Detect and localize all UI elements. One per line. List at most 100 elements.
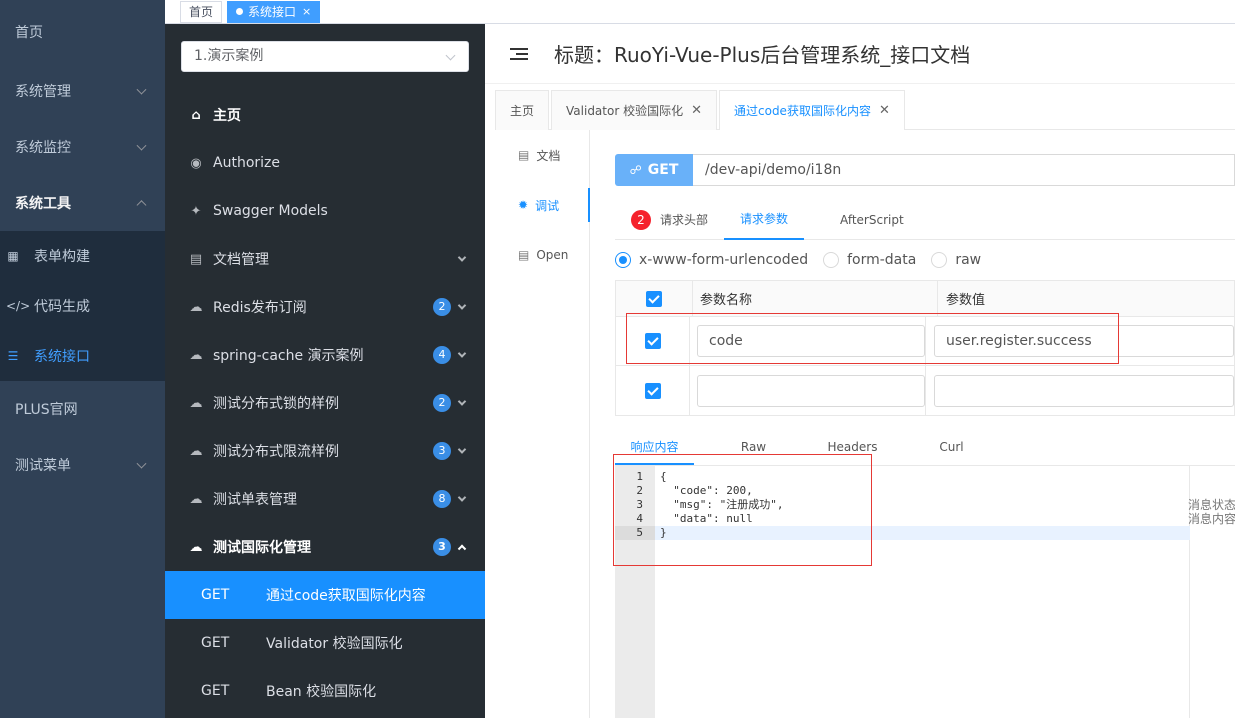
menu-item-label: Redis发布订阅 [213, 300, 307, 316]
sidebar-item-system-management[interactable]: 系统管理 [0, 63, 165, 119]
radio-checked-icon [615, 252, 631, 268]
sidebar-item-label: PLUS官网 [15, 402, 78, 418]
sidebar-item-form-builder[interactable]: ▦ 表单构建 [0, 231, 165, 281]
row-checkbox[interactable] [644, 382, 661, 399]
tab-label: AfterScript [840, 213, 904, 227]
close-icon[interactable]: × [302, 2, 311, 22]
sidebar-item-label: 表单构建 [34, 249, 90, 265]
radio-urlencoded[interactable]: x-www-form-urlencoded [615, 252, 808, 268]
menu-item-single-table[interactable]: ☁ 测试单表管理 8 [165, 475, 485, 523]
cloud-icon: ☁ [189, 491, 203, 507]
radio-form-data[interactable]: form-data [823, 252, 916, 268]
doc-icon: ▤ [189, 251, 203, 267]
send-get-button[interactable]: ☍ GET [615, 154, 693, 186]
sidebar-item-system-monitor[interactable]: 系统监控 [0, 119, 165, 175]
url-input[interactable]: /dev-api/demo/i18n [693, 154, 1235, 186]
cloud-icon: ☁ [189, 539, 203, 555]
radio-unchecked-icon [931, 252, 948, 268]
code-line: } [660, 526, 667, 539]
vtab-doc[interactable]: ▤ 文档 [485, 130, 589, 180]
close-icon[interactable]: ✕ [691, 91, 702, 131]
param-name-input[interactable]: code [697, 325, 925, 357]
sidebar-item-system-tools[interactable]: 系统工具 [0, 175, 165, 231]
menu-item-i18n[interactable]: ☁ 测试国际化管理 3 [165, 523, 485, 571]
radio-raw[interactable]: raw [931, 252, 981, 268]
menu-item-home[interactable]: ⌂ 主页 [165, 91, 485, 139]
api-item-i18n-by-code[interactable]: GET 通过code获取国际化内容 [165, 571, 485, 619]
tab-request-headers[interactable]: 2 请求头部 [615, 200, 724, 240]
response-editor[interactable]: 1 2 3 4 5 { "code": 200, "msg": "注册成功", … [615, 466, 1190, 718]
tag-home[interactable]: 首页 [180, 0, 223, 23]
select-all-checkbox[interactable] [646, 290, 662, 307]
count-badge: 3 [433, 442, 451, 460]
group-select[interactable]: 1.演示案例 [181, 41, 469, 72]
menu-item-label: 测试国际化管理 [213, 540, 311, 556]
grid-icon: ▦ [7, 249, 19, 263]
content-type-radios: x-www-form-urlencoded form-data raw [615, 252, 996, 268]
menu-item-label: 主页 [213, 108, 241, 124]
api-item-validator-i18n[interactable]: GET Validator 校验国际化 [165, 619, 485, 667]
method-label: GET [647, 162, 679, 178]
count-badge: 4 [433, 346, 451, 364]
line-number: 3 [636, 498, 643, 511]
param-value-input[interactable]: user.register.success [934, 325, 1234, 357]
chevron-down-icon [457, 397, 467, 406]
table-row [616, 366, 1234, 415]
lock-icon: ☍ [629, 163, 642, 177]
sidebar-item-system-api[interactable]: ☰ 系统接口 [0, 331, 165, 381]
menu-item-authorize[interactable]: ◉ Authorize [165, 139, 485, 187]
menu-item-spring-cache[interactable]: ☁ spring-cache 演示案例 4 [165, 331, 485, 379]
row-checkbox[interactable] [644, 333, 661, 349]
tab-after-script[interactable]: AfterScript [824, 200, 920, 240]
sidebar-item-test-menu[interactable]: 测试菜单 [0, 437, 165, 493]
vtab-debug[interactable]: ✹ 调试 [485, 180, 590, 230]
param-value-input[interactable] [934, 374, 1234, 407]
current-line-highlight [655, 526, 1190, 540]
cloud-icon: ☁ [189, 299, 203, 315]
file-icon: ▤ [518, 148, 530, 162]
vtab-open[interactable]: ▤ Open [485, 230, 589, 280]
sidebar-item-label: 代码生成 [34, 299, 90, 315]
page-title: 标题：RuoYi-Vue-Plus后台管理系统_接口文档 [554, 43, 971, 67]
doc-tabs: 主页 Validator 校验国际化 ✕ 通过code获取国际化内容 ✕ [495, 90, 1235, 130]
code-line: "code": 200, [660, 484, 753, 497]
menu-item-doc-manage[interactable]: ▤ 文档管理 [165, 235, 485, 283]
menu-item-redis-pubsub[interactable]: ☁ Redis发布订阅 2 [165, 283, 485, 331]
menu-toggle-icon[interactable] [510, 45, 528, 63]
tag-system-api[interactable]: 系统接口 × [227, 0, 321, 23]
tab-i18n-by-code[interactable]: 通过code获取国际化内容 ✕ [719, 90, 905, 130]
tags-view: 首页 系统接口 × [165, 0, 1235, 24]
sidebar-item-code-gen[interactable]: </> 代码生成 [0, 281, 165, 331]
chevron-up-icon [136, 200, 147, 211]
chevron-down-icon [457, 493, 467, 502]
api-label: Validator 校验国际化 [266, 636, 403, 652]
menu-item-swagger-models[interactable]: ✦ Swagger Models [165, 187, 485, 235]
sidebar-item-home[interactable]: 首页 [0, 0, 165, 63]
close-icon[interactable]: ✕ [879, 91, 890, 131]
line-number: 5 [615, 526, 655, 540]
vtab-label: 调试 [535, 198, 560, 213]
tab-home[interactable]: 主页 [495, 90, 550, 130]
param-name-input[interactable] [697, 374, 925, 407]
sidebar-item-label: 系统工具 [15, 196, 71, 212]
api-item-bean-i18n[interactable]: GET Bean 校验国际化 [165, 667, 485, 715]
tab-label: Validator 校验国际化 [566, 103, 684, 118]
column-header: 参数值 [946, 293, 986, 308]
tab-headers[interactable]: Headers [813, 432, 892, 465]
tab-response-content[interactable]: 响应内容 [615, 432, 694, 465]
group-select-value: 1.演示案例 [194, 48, 264, 64]
params-table: 参数名称 参数值 code user.register.success [615, 280, 1235, 416]
tab-validator[interactable]: Validator 校验国际化 ✕ [551, 90, 717, 130]
sidebar-item-plus-site[interactable]: PLUS官网 [0, 381, 165, 437]
doc-content: 标题：RuoYi-Vue-Plus后台管理系统_接口文档 主页 Validato… [485, 24, 1235, 718]
menu-item-dist-lock[interactable]: ☁ 测试分布式锁的样例 2 [165, 379, 485, 427]
chevron-down-icon [457, 445, 467, 454]
tab-label: 请求头部 [660, 213, 709, 227]
cloud-icon: ☁ [189, 443, 203, 459]
menu-item-label: 测试单表管理 [213, 492, 297, 508]
menu-item-rate-limit[interactable]: ☁ 测试分布式限流样例 3 [165, 427, 485, 475]
tab-raw[interactable]: Raw [714, 432, 793, 465]
tab-curl[interactable]: Curl [912, 432, 991, 465]
menu-item-label: 文档管理 [213, 252, 269, 268]
tab-request-params[interactable]: 请求参数 [724, 200, 805, 240]
